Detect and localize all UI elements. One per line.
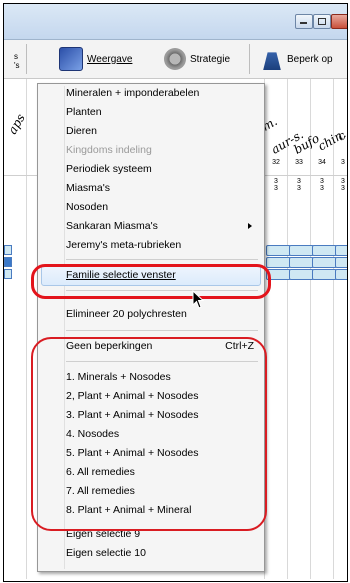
grid-cell[interactable]	[289, 269, 314, 280]
menu-separator	[66, 330, 258, 331]
grid-cell[interactable]	[312, 257, 337, 268]
grid-cell[interactable]	[289, 257, 314, 268]
strategie-button[interactable]: Strategie	[164, 46, 230, 72]
grid-cell[interactable]	[4, 269, 12, 279]
toolbar-cut-label-2: 's	[14, 61, 20, 70]
beperk-op-label: Beperk op	[287, 53, 333, 65]
toolbar: s's Weergave Strategie Beperk op	[4, 40, 347, 79]
menu-item-nosoden[interactable]: Nosoden	[66, 198, 256, 216]
grid-cell[interactable]	[266, 245, 291, 256]
weergave-button[interactable]: Weergave	[59, 46, 132, 72]
monitor-icon	[59, 47, 83, 71]
strategie-label: Strategie	[190, 53, 231, 65]
menu-item-kingdoms: Kingdoms indeling	[66, 144, 152, 156]
grid-cell[interactable]	[335, 269, 347, 280]
menu-item-eigen-selectie[interactable]: Eigen selectie 10	[66, 544, 256, 562]
grid-cell[interactable]	[289, 245, 314, 256]
menu-separator	[66, 259, 258, 260]
menu-item-dieren[interactable]: Dieren	[66, 122, 256, 140]
maximize-button[interactable]	[313, 14, 331, 29]
beperk-op-button[interactable]: Beperk op	[261, 46, 333, 72]
menu-item-sankaran-label: Sankaran Miasma's	[66, 220, 158, 232]
grid-cell[interactable]	[335, 257, 347, 268]
toolbar-cut-label-1: s	[14, 52, 18, 61]
grid-cell[interactable]	[266, 257, 291, 268]
grid-cell[interactable]	[312, 245, 337, 256]
submenu-arrow-icon	[248, 223, 252, 229]
column-count: 33	[297, 178, 301, 192]
close-button[interactable]	[331, 14, 347, 29]
column-header: aps	[5, 111, 28, 137]
menu-item-mineralen[interactable]: Mineralen + imponderabelen	[66, 84, 256, 102]
column-count: 33	[341, 178, 345, 192]
column-number: 32	[272, 159, 280, 166]
gear-icon	[164, 48, 186, 70]
title-bar	[4, 4, 347, 40]
grid-cell[interactable]	[335, 245, 347, 256]
grid-cell[interactable]	[312, 269, 337, 280]
column-number: 33	[295, 159, 303, 166]
minimize-button[interactable]	[295, 14, 313, 29]
menu-item-miasmas[interactable]: Miasma's	[66, 179, 256, 197]
highlight-ring-presets	[31, 337, 267, 531]
toolbar-cut-item[interactable]: s's	[14, 48, 20, 74]
menu-item-sankaran[interactable]: Sankaran Miasma's	[66, 217, 256, 235]
menu-item-planten[interactable]: Planten	[66, 103, 256, 121]
menu-item-elimineer[interactable]: Elimineer 20 polychresten	[66, 305, 256, 323]
menu-item-periodiek[interactable]: Periodiek systeem	[66, 160, 256, 178]
column-number: 3	[341, 159, 345, 166]
grid-cell[interactable]	[4, 245, 12, 255]
highlight-ring-familie	[31, 264, 271, 299]
toolbar-divider	[249, 44, 250, 74]
toolbar-divider	[26, 44, 27, 74]
application-window: s's Weergave Strategie Beperk op aps m. …	[3, 3, 348, 582]
weergave-label: Weergave	[87, 53, 133, 65]
grid-cell[interactable]	[4, 257, 12, 267]
column-count: 33	[320, 178, 324, 192]
column-count: 33	[274, 178, 278, 192]
column-number: 34	[318, 159, 326, 166]
menu-item-jeremy[interactable]: Jeremy's meta-rubrieken	[66, 236, 256, 254]
filter-icon	[263, 52, 281, 70]
